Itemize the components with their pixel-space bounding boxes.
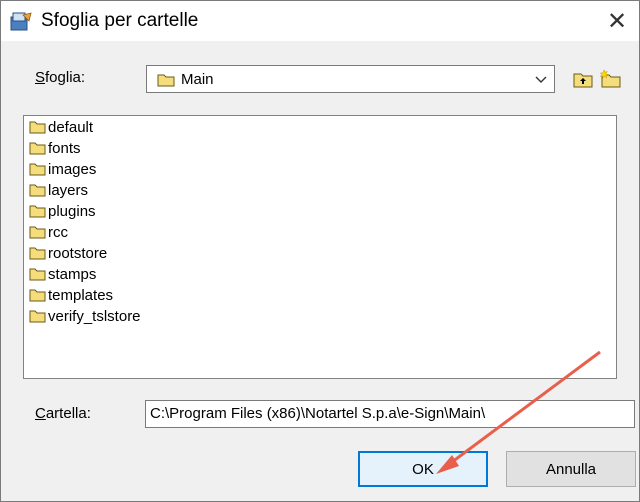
browse-selected-value: Main (181, 71, 214, 88)
new-folder-button[interactable] (599, 67, 623, 91)
list-item[interactable]: fonts (29, 138, 81, 158)
folder-icon (29, 184, 46, 197)
ok-button[interactable]: OK (358, 451, 488, 487)
folder-list[interactable]: default fonts images layers plugins rcc … (23, 115, 617, 379)
folder-icon (29, 268, 46, 281)
new-folder-icon (600, 69, 621, 88)
folder-path-field[interactable]: C:\Program Files (x86)\Notartel S.p.a\e-… (145, 400, 635, 428)
list-item[interactable]: stamps (29, 264, 96, 284)
browse-label: Sfoglia: (35, 69, 86, 86)
list-item[interactable]: plugins (29, 201, 96, 221)
list-item[interactable]: rootstore (29, 243, 107, 263)
browse-combobox[interactable]: Main (146, 65, 555, 93)
cancel-button[interactable]: Annulla (506, 451, 636, 487)
cartella-label: Cartella: (35, 405, 91, 422)
folder-icon (29, 163, 46, 176)
folder-up-icon (573, 73, 593, 88)
window-title: Sfoglia per cartelle (41, 10, 199, 31)
list-item[interactable]: verify_tslstore (29, 306, 141, 326)
folder-icon (29, 310, 46, 323)
folder-icon (29, 226, 46, 239)
folder-icon (157, 74, 175, 87)
list-item[interactable]: images (29, 159, 96, 179)
list-item[interactable]: layers (29, 180, 88, 200)
list-item[interactable]: default (29, 117, 93, 137)
folder-icon (29, 205, 46, 218)
browse-folder-dialog: Sfoglia per cartelle ✕ Sfoglia: Main def… (0, 0, 640, 502)
folder-icon (29, 121, 46, 134)
list-item[interactable]: templates (29, 285, 113, 305)
close-icon: ✕ (606, 7, 628, 35)
chevron-down-icon[interactable] (534, 72, 548, 86)
folder-icon (29, 289, 46, 302)
folder-icon (29, 142, 46, 155)
up-one-level-button[interactable] (571, 67, 595, 91)
title-bar: Sfoglia per cartelle ✕ (1, 1, 639, 41)
list-item[interactable]: rcc (29, 222, 68, 242)
folder-browse-icon (10, 12, 32, 31)
close-button[interactable]: ✕ (595, 1, 639, 41)
folder-icon (29, 247, 46, 260)
